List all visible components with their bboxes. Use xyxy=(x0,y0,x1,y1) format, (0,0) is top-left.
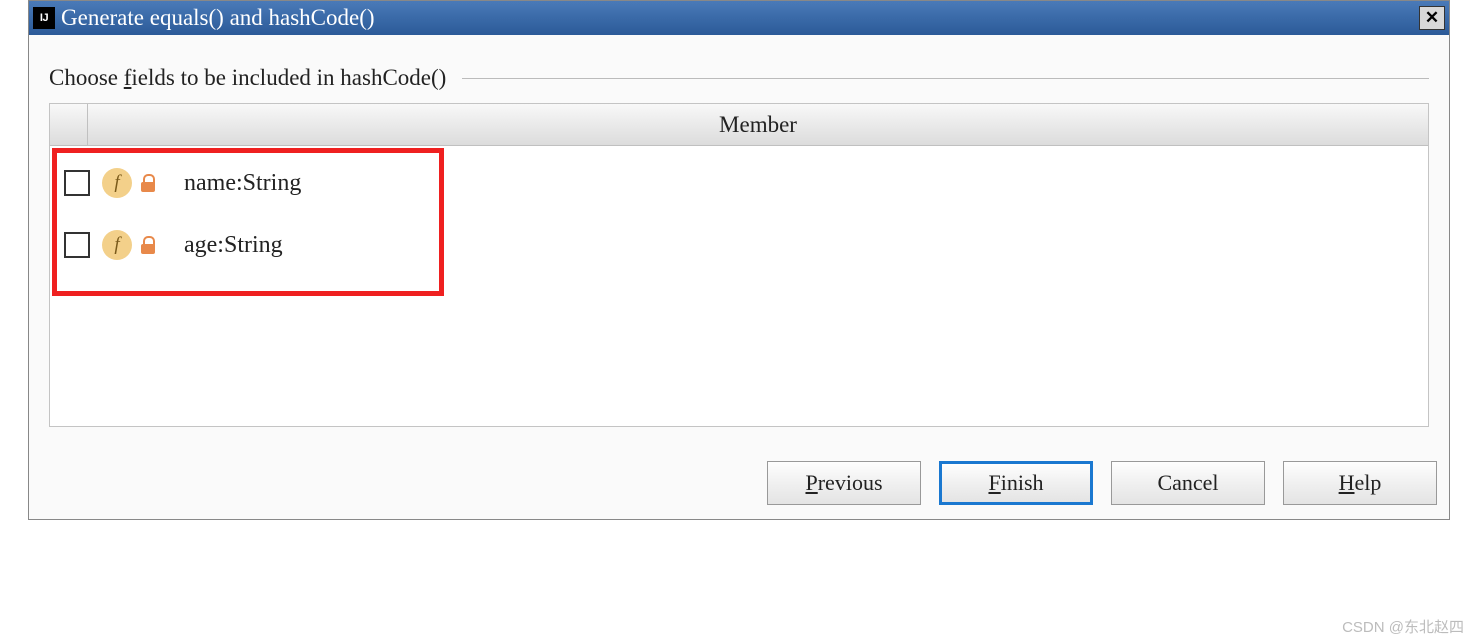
lock-icon xyxy=(140,174,156,192)
watermark: CSDN @东北赵四 xyxy=(1342,616,1464,637)
finish-rest: inish xyxy=(1001,470,1044,495)
section-divider xyxy=(462,78,1429,79)
section-label-prefix: Choose xyxy=(49,65,124,90)
finish-button[interactable]: Finish xyxy=(939,461,1093,505)
previous-button[interactable]: Previous xyxy=(767,461,921,505)
table-row[interactable]: f age:String xyxy=(50,214,1428,276)
help-button[interactable]: Help xyxy=(1283,461,1437,505)
section-label: Choose fields to be included in hashCode… xyxy=(49,65,1429,91)
cancel-button[interactable]: Cancel xyxy=(1111,461,1265,505)
previous-mnemonic: P xyxy=(805,470,817,495)
member-table: Member f name:String f age:String xyxy=(49,103,1429,427)
section-label-rest: ields to be included in hashCode() xyxy=(131,65,446,90)
member-column-header: Member xyxy=(88,104,1428,145)
lock-icon xyxy=(140,236,156,254)
button-row: Previous Finish Cancel Help xyxy=(29,447,1449,519)
member-table-header: Member xyxy=(50,104,1428,146)
close-icon: ✕ xyxy=(1425,8,1439,28)
field-label: name:String xyxy=(184,170,301,197)
help-rest: elp xyxy=(1355,470,1382,495)
previous-rest: revious xyxy=(818,470,883,495)
finish-mnemonic: F xyxy=(988,470,1000,495)
table-row[interactable]: f name:String xyxy=(50,152,1428,214)
help-mnemonic: H xyxy=(1339,470,1355,495)
field-checkbox[interactable] xyxy=(64,170,90,196)
dialog-window: IJ Generate equals() and hashCode() ✕ Ch… xyxy=(28,0,1450,520)
close-button[interactable]: ✕ xyxy=(1419,6,1445,30)
field-checkbox[interactable] xyxy=(64,232,90,258)
dialog-body: Choose f ields to be included in hashCode… xyxy=(29,35,1449,447)
title-bar: IJ Generate equals() and hashCode() ✕ xyxy=(29,1,1449,35)
member-table-body: f name:String f age:String xyxy=(50,146,1428,426)
field-label: age:String xyxy=(184,232,283,259)
field-icon: f xyxy=(102,230,132,260)
cancel-label: Cancel xyxy=(1157,470,1218,496)
dialog-title: Generate equals() and hashCode() xyxy=(61,5,1419,31)
field-icon: f xyxy=(102,168,132,198)
app-icon: IJ xyxy=(33,7,55,29)
header-spacer xyxy=(50,104,88,145)
